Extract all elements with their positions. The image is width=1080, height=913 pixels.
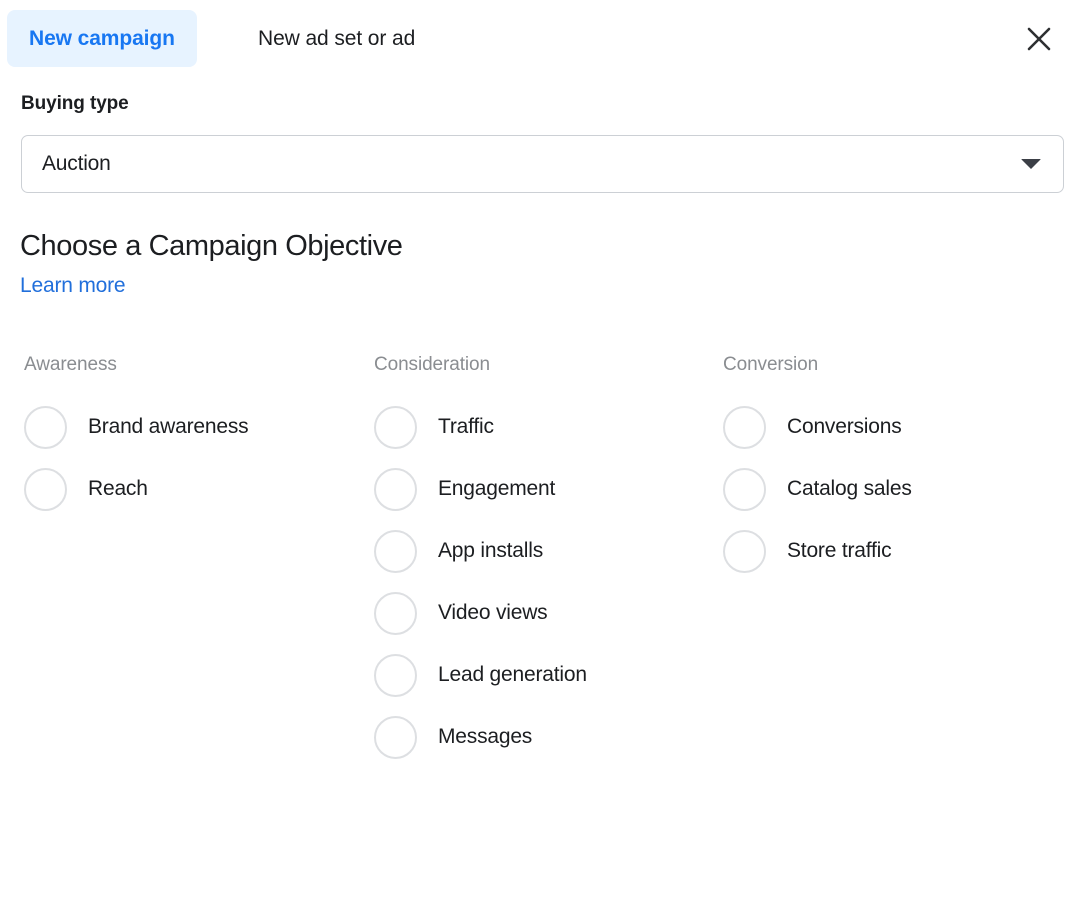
create-campaign-dialog: New campaign New ad set or ad Buying typ… <box>0 0 1080 913</box>
tab-new-ad-set-or-ad-label: New ad set or ad <box>258 27 415 51</box>
objective-option-label: Engagement <box>438 477 555 501</box>
column-title-awareness: Awareness <box>24 353 248 396</box>
objective-option-traffic[interactable]: Traffic <box>374 396 587 458</box>
radio-icon[interactable] <box>374 530 417 573</box>
objective-column-awareness: Awareness Brand awareness Reach <box>24 353 248 520</box>
objective-option-label: Brand awareness <box>88 415 248 439</box>
buying-type-selected-value: Auction <box>42 152 111 176</box>
objective-option-label: Video views <box>438 601 547 625</box>
tab-new-ad-set-or-ad[interactable]: New ad set or ad <box>258 10 415 67</box>
objective-option-engagement[interactable]: Engagement <box>374 458 587 520</box>
buying-type-label: Buying type <box>21 93 129 115</box>
objective-column-conversion: Conversion Conversions Catalog sales Sto… <box>723 353 912 582</box>
radio-icon[interactable] <box>723 530 766 573</box>
objective-option-catalog-sales[interactable]: Catalog sales <box>723 458 912 520</box>
objective-option-label: Messages <box>438 725 532 749</box>
radio-icon[interactable] <box>374 406 417 449</box>
objective-option-label: Catalog sales <box>787 477 912 501</box>
objective-option-app-installs[interactable]: App installs <box>374 520 587 582</box>
objective-option-brand-awareness[interactable]: Brand awareness <box>24 396 248 458</box>
buying-type-select[interactable]: Auction <box>21 135 1064 193</box>
dialog-header: New campaign New ad set or ad <box>0 0 1080 77</box>
close-button[interactable] <box>1016 16 1062 62</box>
objective-column-consideration: Consideration Traffic Engagement App ins… <box>374 353 587 768</box>
objective-option-label: Reach <box>88 477 148 501</box>
objective-option-label: Store traffic <box>787 539 891 563</box>
objective-option-reach[interactable]: Reach <box>24 458 248 520</box>
tab-new-campaign-label: New campaign <box>29 27 175 51</box>
page-title: Choose a Campaign Objective <box>20 230 403 263</box>
learn-more-link[interactable]: Learn more <box>20 274 125 298</box>
objective-option-video-views[interactable]: Video views <box>374 582 587 644</box>
tab-new-campaign[interactable]: New campaign <box>7 10 197 67</box>
objective-option-label: App installs <box>438 539 543 563</box>
radio-icon[interactable] <box>374 716 417 759</box>
objective-option-store-traffic[interactable]: Store traffic <box>723 520 912 582</box>
radio-icon[interactable] <box>24 406 67 449</box>
objective-option-conversions[interactable]: Conversions <box>723 396 912 458</box>
close-icon <box>1026 26 1052 52</box>
column-title-consideration: Consideration <box>374 353 587 396</box>
objective-option-label: Lead generation <box>438 663 587 687</box>
dialog-footer: Cancel Continue <box>0 818 1080 913</box>
objective-option-label: Conversions <box>787 415 902 439</box>
radio-icon[interactable] <box>374 654 417 697</box>
radio-icon[interactable] <box>374 592 417 635</box>
column-title-conversion: Conversion <box>723 353 912 396</box>
objective-option-lead-generation[interactable]: Lead generation <box>374 644 587 706</box>
radio-icon[interactable] <box>723 406 766 449</box>
radio-icon[interactable] <box>24 468 67 511</box>
chevron-down-icon <box>1021 159 1041 169</box>
objective-option-messages[interactable]: Messages <box>374 706 587 768</box>
radio-icon[interactable] <box>374 468 417 511</box>
radio-icon[interactable] <box>723 468 766 511</box>
objective-option-label: Traffic <box>438 415 494 439</box>
